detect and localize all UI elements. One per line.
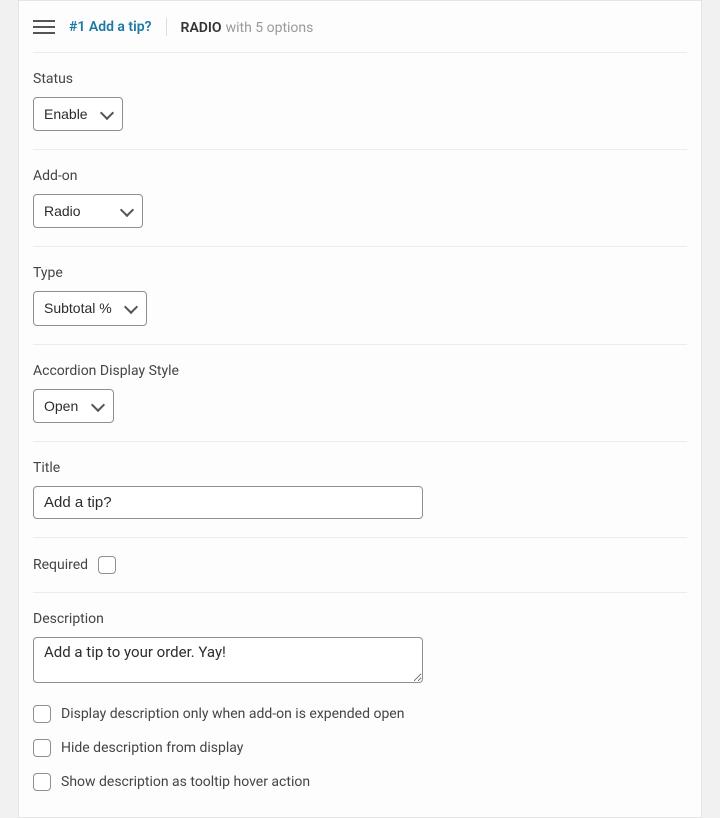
tooltip-hover-checkbox[interactable]	[33, 773, 51, 791]
addon-section: Add-on Radio	[33, 150, 687, 247]
type-select-wrap: Subtotal %	[33, 291, 147, 325]
addon-select-wrap: Radio	[33, 194, 143, 228]
addon-type-field-label: Add-on	[33, 168, 687, 184]
accordion-section: Accordion Display Style Open	[33, 345, 687, 442]
option-hide-description: Hide description from display	[33, 731, 687, 765]
status-label: Status	[33, 71, 687, 87]
addon-type-label: RADIO	[181, 20, 222, 36]
title-input[interactable]	[33, 486, 423, 519]
addon-options-count: with 5 options	[226, 20, 314, 36]
status-section: Status Enable	[33, 53, 687, 150]
panel-header: #1 Add a tip? RADIO with 5 options	[33, 1, 687, 52]
accordion-label: Accordion Display Style	[33, 363, 687, 379]
status-select-wrap: Enable	[33, 97, 123, 131]
display-expanded-checkbox[interactable]	[33, 705, 51, 723]
title-label: Title	[33, 460, 687, 476]
required-checkbox[interactable]	[98, 556, 116, 574]
hide-description-checkbox[interactable]	[33, 739, 51, 757]
status-select[interactable]: Enable	[33, 97, 123, 131]
addon-config-panel: #1 Add a tip? RADIO with 5 options Statu…	[18, 0, 702, 818]
accordion-select-wrap: Open	[33, 389, 114, 423]
title-section: Title	[33, 442, 687, 538]
type-section: Type Subtotal %	[33, 247, 687, 344]
addon-title-link[interactable]: #1 Add a tip?	[69, 19, 152, 35]
description-section: Description Add a tip to your order. Yay…	[33, 593, 687, 817]
option-tooltip-hover: Show description as tooltip hover action	[33, 765, 687, 799]
required-section: Required	[33, 538, 687, 593]
description-label: Description	[33, 611, 687, 627]
drag-handle-icon[interactable]	[33, 18, 55, 36]
addon-type-summary: RADIO with 5 options	[181, 17, 314, 36]
accordion-select[interactable]: Open	[33, 389, 114, 423]
required-label: Required	[33, 557, 88, 573]
tooltip-hover-label[interactable]: Show description as tooltip hover action	[61, 774, 310, 790]
type-label: Type	[33, 265, 687, 281]
option-display-expanded: Display description only when add-on is …	[33, 697, 687, 731]
header-divider	[166, 18, 167, 36]
type-select[interactable]: Subtotal %	[33, 291, 147, 325]
description-textarea[interactable]: Add a tip to your order. Yay!	[33, 637, 423, 683]
addon-select[interactable]: Radio	[33, 194, 143, 228]
hide-description-label[interactable]: Hide description from display	[61, 740, 243, 756]
display-expanded-label[interactable]: Display description only when add-on is …	[61, 706, 404, 722]
